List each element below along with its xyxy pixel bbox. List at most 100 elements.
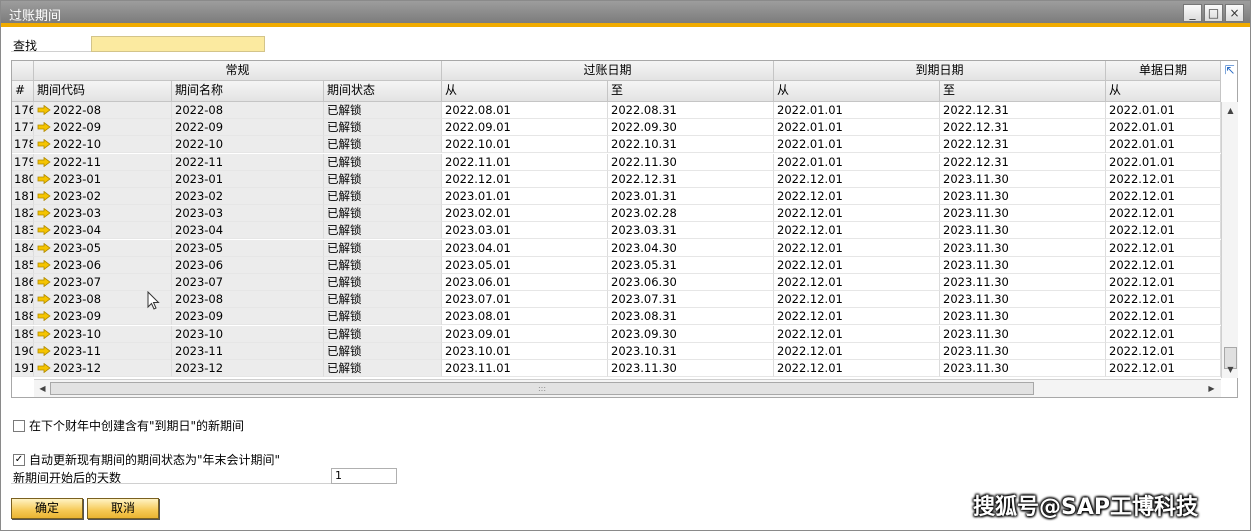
- doc-from-cell[interactable]: 2022.12.01: [1106, 274, 1221, 291]
- posting-from-cell[interactable]: 2023.08.01: [442, 308, 608, 326]
- link-arrow-icon[interactable]: [37, 294, 51, 305]
- due-to-cell[interactable]: 2023.11.30: [940, 360, 1106, 377]
- scroll-up-icon[interactable]: ▲: [1223, 103, 1238, 118]
- posting-from-cell[interactable]: 2023.07.01: [442, 291, 608, 309]
- period-status-cell[interactable]: 已解锁: [324, 308, 442, 326]
- posting-from-cell[interactable]: 2023.04.01: [442, 239, 608, 257]
- cancel-button[interactable]: 取消: [87, 498, 159, 519]
- col-header-num[interactable]: #: [12, 81, 34, 102]
- table-row[interactable]: 187 2023-08 2023-08 已解锁 2023.07.01 2023.07.31…: [12, 291, 1221, 309]
- link-arrow-icon[interactable]: [37, 173, 51, 184]
- auto-update-status-option[interactable]: ✓ 自动更新现有期间的期间状态为"年末会计期间": [13, 451, 280, 468]
- doc-from-cell[interactable]: 2022.12.01: [1106, 342, 1221, 360]
- table-row[interactable]: 177 2022-09 2022-09 已解锁 2022.09.01 2022.09.30…: [12, 119, 1221, 137]
- link-arrow-icon[interactable]: [37, 277, 51, 287]
- doc-from-cell[interactable]: 2022.01.01: [1106, 153, 1221, 171]
- link-arrow-icon[interactable]: [37, 156, 51, 167]
- col-header-due-to[interactable]: 至: [940, 81, 1106, 102]
- doc-from-cell[interactable]: 2022.12.01: [1106, 360, 1221, 377]
- due-to-cell[interactable]: 2023.11.30: [940, 205, 1106, 223]
- doc-from-cell[interactable]: 2022.12.01: [1106, 170, 1221, 188]
- link-arrow-icon[interactable]: [37, 363, 51, 373]
- period-code-cell[interactable]: 2022-10: [34, 136, 172, 154]
- posting-from-cell[interactable]: 2022.12.01: [442, 170, 608, 188]
- due-to-cell[interactable]: 2023.11.30: [940, 274, 1106, 291]
- period-name-cell[interactable]: 2023-11: [172, 342, 324, 360]
- posting-from-cell[interactable]: 2023.03.01: [442, 222, 608, 240]
- period-status-cell[interactable]: 已解锁: [324, 153, 442, 171]
- posting-to-cell[interactable]: 2023.05.31: [608, 256, 774, 274]
- due-from-cell[interactable]: 2022.12.01: [774, 205, 940, 223]
- close-button[interactable]: ×: [1225, 4, 1244, 22]
- posting-to-cell[interactable]: 2023.01.31: [608, 188, 774, 205]
- vertical-scrollbar[interactable]: ▲ ▼: [1221, 102, 1238, 378]
- doc-from-cell[interactable]: 2022.12.01: [1106, 325, 1221, 343]
- horizontal-scrollbar[interactable]: ◀ ::: ▶: [34, 379, 1221, 397]
- col-header-period-status[interactable]: 期间状态: [324, 81, 442, 102]
- link-arrow-icon[interactable]: [37, 311, 51, 322]
- table-row[interactable]: 183 2023-04 2023-04 已解锁 2023.03.01 2023.03.31…: [12, 222, 1221, 240]
- ok-button[interactable]: 确定: [11, 498, 83, 519]
- doc-from-cell[interactable]: 2022.12.01: [1106, 188, 1221, 205]
- table-row[interactable]: 184 2023-05 2023-05 已解锁 2023.04.01 2023.04.30…: [12, 239, 1221, 257]
- posting-from-cell[interactable]: 2023.10.01: [442, 342, 608, 360]
- period-name-cell[interactable]: 2023-10: [172, 325, 324, 343]
- due-to-cell[interactable]: 2023.11.30: [940, 308, 1106, 326]
- link-arrow-icon[interactable]: [37, 242, 51, 253]
- due-from-cell[interactable]: 2022.12.01: [774, 274, 940, 291]
- table-row[interactable]: 179 2022-11 2022-11 已解锁 2022.11.01 2022.11.30…: [12, 153, 1221, 171]
- due-from-cell[interactable]: 2022.12.01: [774, 342, 940, 360]
- scroll-left-icon[interactable]: ◀: [35, 381, 50, 396]
- posting-to-cell[interactable]: 2023.06.30: [608, 274, 774, 291]
- period-name-cell[interactable]: 2023-01: [172, 170, 324, 188]
- period-code-cell[interactable]: 2023-12: [34, 360, 172, 377]
- due-to-cell[interactable]: 2023.11.30: [940, 188, 1106, 205]
- due-from-cell[interactable]: 2022.12.01: [774, 256, 940, 274]
- posting-to-cell[interactable]: 2022.10.31: [608, 136, 774, 154]
- link-arrow-icon[interactable]: [37, 345, 51, 356]
- period-status-cell[interactable]: 已解锁: [324, 136, 442, 154]
- posting-from-cell[interactable]: 2022.11.01: [442, 153, 608, 171]
- due-to-cell[interactable]: 2022.12.31: [940, 153, 1106, 171]
- table-row[interactable]: 190 2023-11 2023-11 已解锁 2023.10.01 2023.10.31…: [12, 342, 1221, 360]
- due-from-cell[interactable]: 2022.12.01: [774, 188, 940, 205]
- period-name-cell[interactable]: 2023-06: [172, 256, 324, 274]
- link-arrow-icon[interactable]: [37, 191, 51, 201]
- col-header-due-from[interactable]: 从: [774, 81, 940, 102]
- posting-from-cell[interactable]: 2022.08.01: [442, 102, 608, 119]
- posting-to-cell[interactable]: 2022.11.30: [608, 153, 774, 171]
- period-name-cell[interactable]: 2023-12: [172, 360, 324, 377]
- period-name-cell[interactable]: 2022-08: [172, 102, 324, 119]
- due-from-cell[interactable]: 2022.12.01: [774, 325, 940, 343]
- posting-to-cell[interactable]: 2023.02.28: [608, 205, 774, 223]
- posting-from-cell[interactable]: 2023.11.01: [442, 360, 608, 377]
- period-code-cell[interactable]: 2023-02: [34, 188, 172, 205]
- due-to-cell[interactable]: 2023.11.30: [940, 170, 1106, 188]
- due-to-cell[interactable]: 2023.11.30: [940, 239, 1106, 257]
- link-arrow-icon[interactable]: [37, 225, 51, 236]
- posting-to-cell[interactable]: 2022.09.30: [608, 119, 774, 137]
- maximize-button[interactable]: □: [1204, 4, 1223, 22]
- period-status-cell[interactable]: 已解锁: [324, 119, 442, 137]
- scroll-right-icon[interactable]: ▶: [1204, 381, 1219, 396]
- due-from-cell[interactable]: 2022.12.01: [774, 308, 940, 326]
- link-arrow-icon[interactable]: [37, 139, 51, 150]
- posting-to-cell[interactable]: 2023.09.30: [608, 325, 774, 343]
- link-arrow-icon[interactable]: [37, 208, 51, 219]
- link-arrow-icon[interactable]: [37, 328, 51, 339]
- period-status-cell[interactable]: 已解锁: [324, 291, 442, 309]
- doc-from-cell[interactable]: 2022.01.01: [1106, 102, 1221, 119]
- due-from-cell[interactable]: 2022.12.01: [774, 239, 940, 257]
- period-code-cell[interactable]: 2023-03: [34, 205, 172, 223]
- doc-from-cell[interactable]: 2022.01.01: [1106, 136, 1221, 154]
- period-code-cell[interactable]: 2023-04: [34, 222, 172, 240]
- posting-to-cell[interactable]: 2023.04.30: [608, 239, 774, 257]
- link-arrow-icon[interactable]: [37, 122, 51, 133]
- posting-to-cell[interactable]: 2022.08.31: [608, 102, 774, 119]
- doc-from-cell[interactable]: 2022.12.01: [1106, 222, 1221, 240]
- period-name-cell[interactable]: 2023-02: [172, 188, 324, 205]
- due-from-cell[interactable]: 2022.12.01: [774, 222, 940, 240]
- posting-from-cell[interactable]: 2023.02.01: [442, 205, 608, 223]
- period-name-cell[interactable]: 2022-09: [172, 119, 324, 137]
- period-code-cell[interactable]: 2023-11: [34, 342, 172, 360]
